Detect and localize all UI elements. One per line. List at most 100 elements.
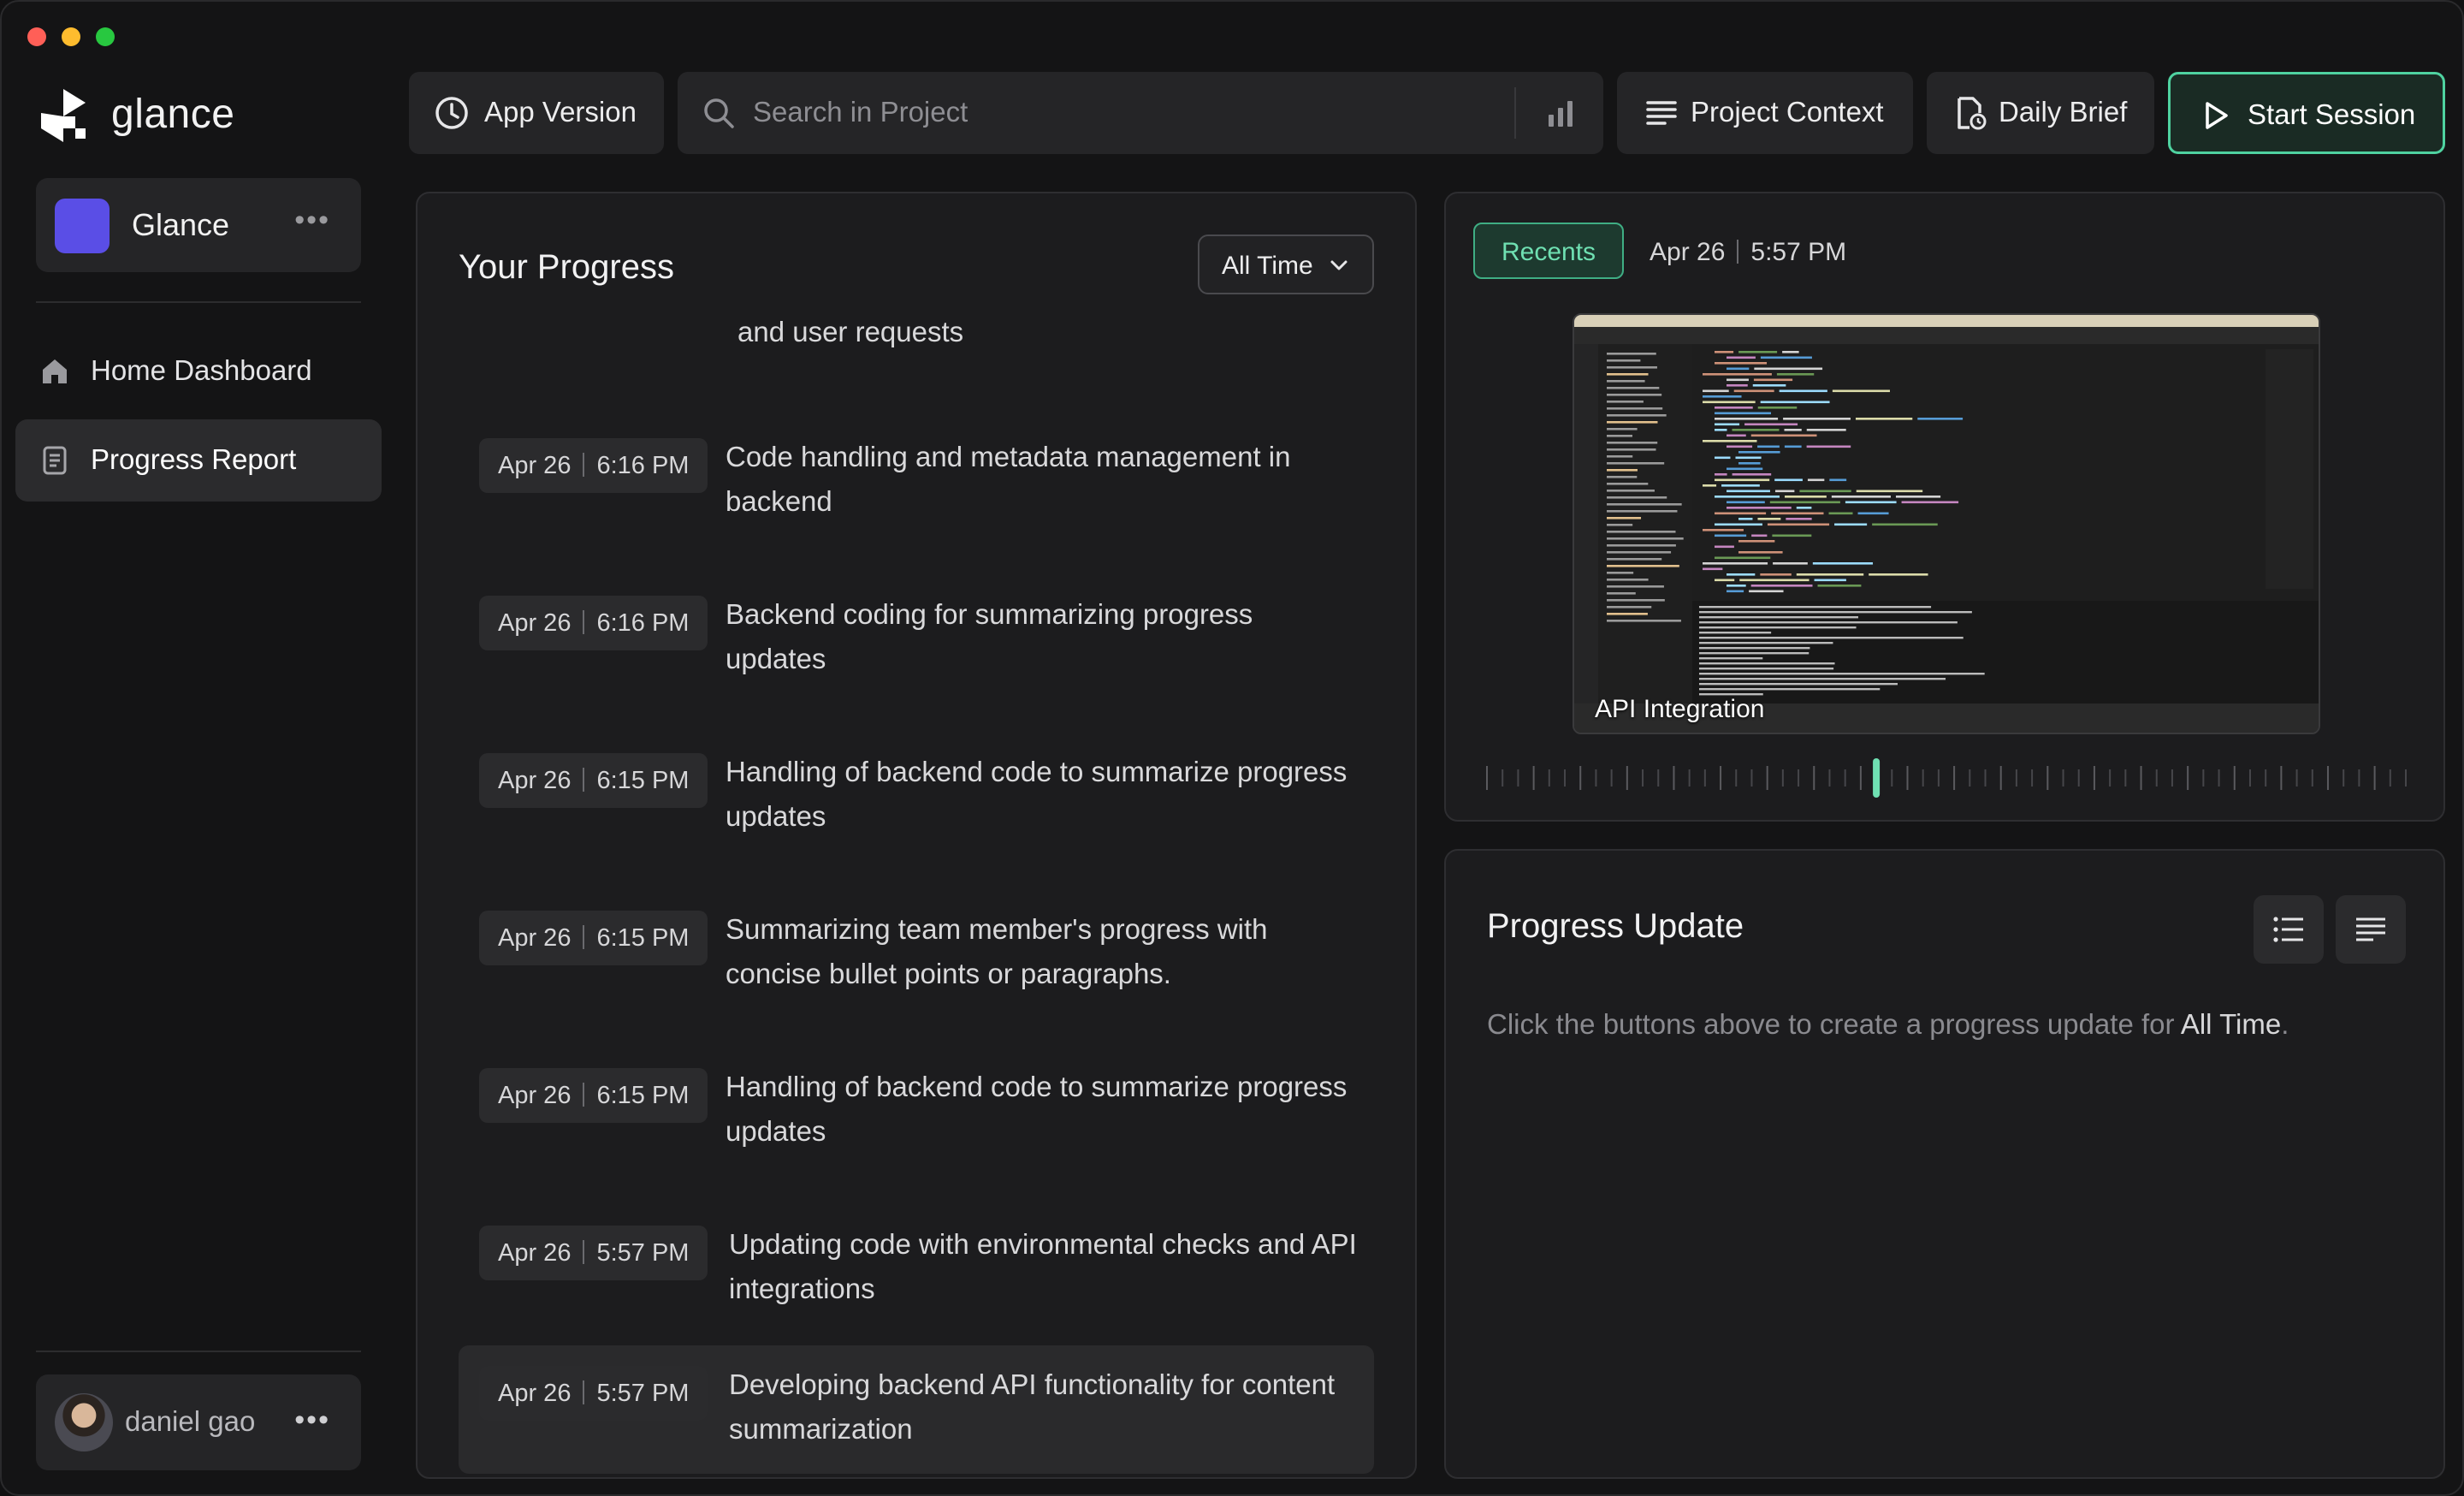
daily-brief-button[interactable]: Daily Brief [1927,72,2154,154]
timeline-tick[interactable] [1922,769,1924,787]
timeline-tick[interactable] [1610,769,1613,787]
search-bar[interactable]: Search in Project [678,72,1603,154]
timeline-tick[interactable] [2343,769,2345,787]
more-options-icon[interactable]: ••• [294,204,330,237]
timeline-tick[interactable] [2389,769,2391,787]
timeline-tick[interactable] [1486,766,1488,790]
timeline-tick[interactable] [2373,766,2376,790]
timeline-tick[interactable] [1891,769,1893,787]
timeline-tick[interactable] [2077,769,2080,787]
timeline-tick[interactable] [1813,766,1815,790]
timeline-tick[interactable] [1688,769,1691,787]
timeline-tick[interactable] [1502,769,1504,787]
timeline-tick[interactable] [2280,766,2283,790]
timeline-tick[interactable] [2265,769,2267,787]
list-item[interactable]: Apr 26 5:57 PM Updating code with environ… [459,1205,1374,1333]
timeline-tick[interactable] [2155,769,2158,787]
list-item-selected[interactable]: Apr 26 5:57 PM Developing backend API fun… [459,1345,1374,1474]
timeline-tick[interactable] [1595,769,1597,787]
timeline-tick[interactable] [2124,769,2127,787]
timeline-tick[interactable] [2062,769,2064,787]
timeline-tick[interactable] [1984,769,1987,787]
code-line [1715,456,1731,460]
tab-recents[interactable]: Recents [1473,223,1624,279]
screenshot-caption: API Integration [1595,695,1765,723]
code-line [1703,389,1729,393]
app-version-button[interactable]: App Version [409,72,664,154]
timeline-tick[interactable] [1750,769,1753,787]
timeline-tick[interactable] [1906,766,1909,790]
time-range-dropdown[interactable]: All Time [1198,234,1374,294]
timeline-tick[interactable] [1579,766,1582,790]
bar-chart-icon[interactable] [1542,94,1579,132]
paragraph-button[interactable] [2336,895,2406,964]
timeline-tick[interactable] [2171,769,2173,787]
code-line [1760,573,1792,576]
timeline-tick[interactable] [1517,769,1519,787]
timeline-tick[interactable] [2358,769,2360,787]
timeline-tick[interactable] [2093,766,2095,790]
code-line [1715,523,1762,526]
timeline-tick[interactable] [1953,766,1956,790]
timeline-tick[interactable] [1766,766,1768,790]
list-item[interactable]: Apr 26 6:16 PM Backend coding for summari… [459,575,1374,703]
timeline-tick[interactable] [2233,766,2236,790]
sidebar-item-label: Progress Report [91,443,297,475]
project-context-button[interactable]: Project Context [1617,72,1913,154]
timeline-tick[interactable] [1798,769,1800,787]
search-input[interactable]: Search in Project [753,96,968,128]
timeline-tick[interactable] [1673,766,1675,790]
timeline-tick[interactable] [1844,769,1846,787]
timeline-selected-marker[interactable] [1873,758,1881,798]
timeline-tick[interactable] [1735,769,1738,787]
list-item[interactable]: Apr 26 6:16 PM Code handling and metadata… [459,418,1374,546]
workspace-switcher[interactable]: Glance ••• [36,178,361,272]
user-menu[interactable]: daniel gao ••• [36,1374,361,1470]
more-options-icon[interactable]: ••• [294,1404,330,1437]
list-item[interactable]: Apr 26 6:15 PM Summarizing team member's … [459,890,1374,1018]
sidebar-item-progress-report[interactable]: Progress Report [15,419,382,502]
timeline-tick[interactable] [2015,769,2017,787]
timeline-tick[interactable] [1657,769,1660,787]
timeline-tick[interactable] [1937,769,1940,787]
app-version-label: App Version [484,96,637,128]
timeline-tick[interactable] [2248,769,2251,787]
timeline-tick[interactable] [1548,769,1550,787]
timeline-tick[interactable] [2140,766,2142,790]
code-line [1750,434,1817,437]
sidebar-item-home-dashboard[interactable]: Home Dashboard [15,330,382,413]
code-line [1829,478,1847,482]
timeline-tick[interactable] [2109,769,2112,787]
timeline-tick[interactable] [2187,766,2189,790]
list-item[interactable]: Apr 26 6:15 PM Handling of backend code t… [459,1048,1374,1176]
timeline-tick[interactable] [2046,766,2049,790]
terminal-line [1699,642,1833,644]
code-line [1785,496,1827,498]
timeline-tick[interactable] [1859,766,1862,790]
timeline-tick[interactable] [1564,769,1567,787]
bullet-list-button[interactable] [2254,895,2324,964]
timeline-tick[interactable] [2326,766,2329,790]
start-session-button[interactable]: Start Session [2168,72,2445,154]
timeline-tick[interactable] [1999,766,2002,790]
list-item[interactable]: Apr 26 6:15 PM Handling of backend code t… [459,733,1374,861]
timeline-tick[interactable] [1781,769,1784,787]
timeline-tick[interactable] [2218,769,2220,787]
timeline-tick[interactable] [1626,766,1628,790]
terminal-line [1699,621,1958,624]
timeline-tick[interactable] [1532,766,1535,790]
sidebar-divider [36,301,361,303]
timeline-tick[interactable] [1720,766,1722,790]
timeline-scrubber[interactable] [1480,757,2413,799]
terminal-line [1699,673,1985,675]
timeline-tick[interactable] [2405,769,2407,787]
timeline-tick[interactable] [1969,769,1971,787]
timeline-tick[interactable] [1642,769,1644,787]
timeline-tick[interactable] [1703,769,1706,787]
timeline-tick[interactable] [1828,769,1831,787]
timeline-tick[interactable] [2202,769,2205,787]
timeline-tick[interactable] [2311,769,2313,787]
screenshot-thumbnail[interactable]: API Integration [1573,313,2320,734]
timeline-tick[interactable] [2295,769,2298,787]
timeline-tick[interactable] [2031,769,2034,787]
